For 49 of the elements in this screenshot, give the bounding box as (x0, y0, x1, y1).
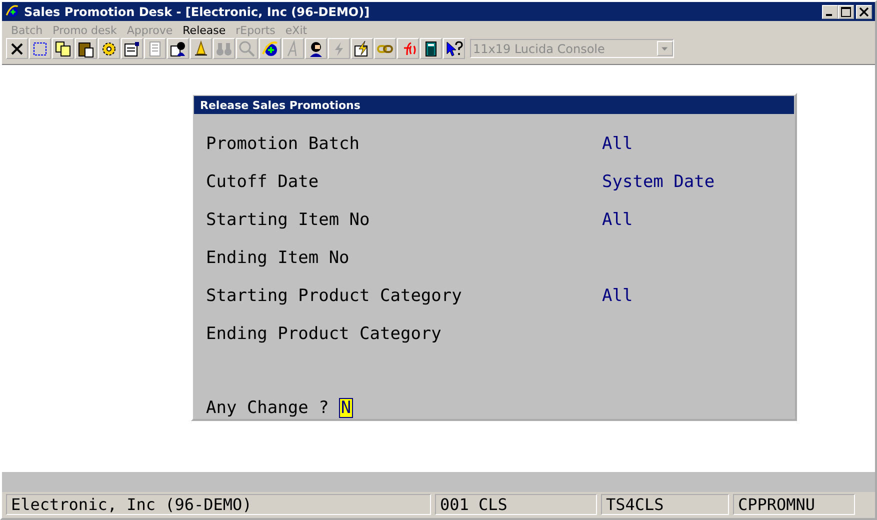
globe-icon (261, 40, 279, 58)
field-label: Ending Product Category (206, 324, 442, 344)
person-icon (307, 40, 325, 58)
close-icon (859, 6, 869, 16)
prompt-label: Any Change ? (206, 398, 329, 418)
maximize-icon (841, 6, 851, 16)
toolbar-button[interactable] (6, 38, 28, 59)
field-value: All (602, 210, 633, 230)
toolbar-button[interactable] (75, 38, 97, 59)
field-label: Starting Item No (206, 210, 371, 230)
field-value: System Date (602, 172, 715, 192)
field-value: All (602, 286, 633, 306)
dialog-title: Release Sales Promotions (194, 96, 794, 114)
person-document-icon (169, 40, 187, 58)
maximize-button[interactable] (838, 4, 854, 18)
minimize-button[interactable] (822, 4, 838, 18)
copy-icon (54, 40, 72, 58)
toolbar-button[interactable] (29, 38, 51, 59)
toolbar-button[interactable] (259, 38, 281, 59)
toolbar-button[interactable] (190, 38, 212, 59)
toolbar-button[interactable] (98, 38, 120, 59)
toolbar-button[interactable] (167, 38, 189, 59)
toolbar-button[interactable] (52, 38, 74, 59)
field-value: All (602, 134, 633, 154)
close-button[interactable] (856, 4, 872, 18)
toolbar-button[interactable] (351, 38, 373, 59)
search-icon (238, 40, 256, 58)
field-label: Promotion Batch (206, 134, 361, 154)
answer-field[interactable]: N (338, 398, 354, 418)
status-panel: CPPROMNU (733, 494, 855, 515)
field-label: Cutoff Date (206, 172, 320, 192)
toolbar-button[interactable] (420, 38, 442, 59)
toolbar-button[interactable] (443, 38, 465, 59)
gear-icon (100, 40, 118, 58)
minimize-icon (826, 14, 832, 16)
form-icon (123, 40, 141, 58)
field-label: Starting Product Category (206, 286, 463, 306)
selection-icon (31, 40, 49, 58)
field-label: Ending Item No (206, 248, 350, 268)
status-panel: Electronic, Inc (96-DEMO) (6, 494, 431, 515)
menu-item[interactable]: Release (178, 24, 231, 37)
toolbar-button[interactable] (305, 38, 327, 59)
status-panel: 001 CLS (435, 494, 597, 515)
help-pointer-icon (445, 40, 463, 58)
window-title: Sales Promotion Desk - [Electronic, Inc (96-DEMO)] (24, 4, 371, 18)
globe-icon (5, 4, 21, 20)
status-panel: TS4CLS (601, 494, 729, 515)
toolbar-button[interactable] (121, 38, 143, 59)
paste-icon (77, 40, 95, 58)
